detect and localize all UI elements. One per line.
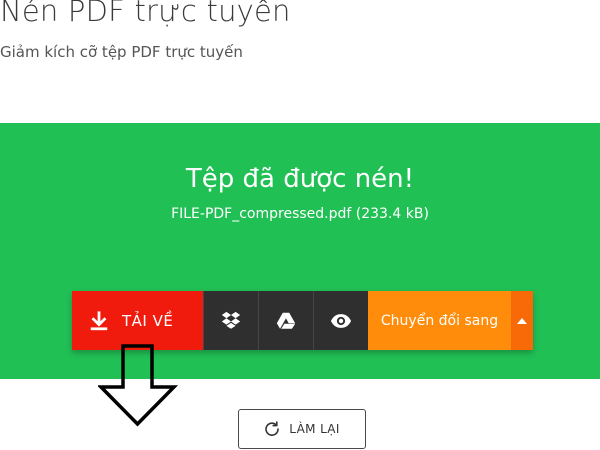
refresh-icon	[265, 421, 280, 436]
page-subtitle: Giảm kích cỡ tệp PDF trực tuyến	[0, 43, 243, 61]
action-bar: TẢI VỀ Chuyển đổi sang	[72, 291, 533, 350]
caret-up-icon	[517, 317, 527, 324]
result-panel: Tệp đã được nén! FILE-PDF_compressed.pdf…	[0, 123, 600, 427]
redo-button[interactable]: LÀM LẠI	[238, 409, 366, 449]
dropbox-button[interactable]	[203, 291, 258, 350]
download-label: TẢI VỀ	[122, 311, 174, 330]
page-title: Nén PDF trực tuyến	[0, 0, 291, 28]
convert-to-button[interactable]: Chuyển đổi sang	[368, 291, 511, 350]
page: Nén PDF trực tuyến Giảm kích cỡ tệp PDF …	[0, 0, 600, 450]
download-button[interactable]: TẢI VỀ	[72, 291, 203, 350]
preview-button[interactable]	[313, 291, 368, 350]
result-file-info: FILE-PDF_compressed.pdf (233.4 kB)	[171, 206, 429, 222]
google-drive-button[interactable]	[258, 291, 313, 350]
convert-options-button[interactable]	[511, 291, 533, 350]
redo-label: LÀM LẠI	[289, 422, 340, 436]
download-icon	[90, 310, 108, 330]
down-arrow-annotation	[98, 344, 178, 427]
result-heading: Tệp đã được nén!	[185, 164, 415, 194]
eye-icon	[330, 313, 352, 328]
google-drive-icon	[276, 312, 296, 329]
dropbox-icon	[221, 311, 241, 329]
